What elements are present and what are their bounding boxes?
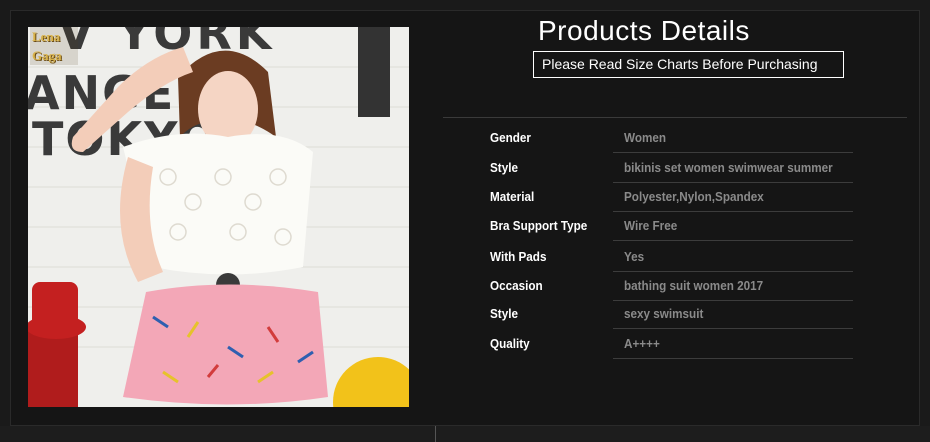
brand-line-2: Gaga: [32, 48, 62, 63]
detail-row: Style bikinis set women swimwear summer: [0, 158, 930, 188]
detail-row-rule: [613, 271, 853, 272]
detail-label: Material: [490, 189, 535, 204]
bottom-strip: [0, 426, 930, 442]
detail-value: Yes: [624, 249, 645, 264]
detail-row-rule: [613, 211, 853, 212]
detail-label: Style: [490, 306, 518, 321]
detail-row: Material Polyester,Nylon,Spandex: [0, 187, 930, 217]
detail-row: Occasion bathing suit women 2017: [0, 276, 930, 306]
detail-value: Women: [624, 130, 667, 145]
detail-row: Gender Women: [0, 128, 930, 158]
detail-value: sexy swimsuit: [624, 306, 704, 321]
brand-line-1: Lena: [32, 29, 61, 44]
detail-row: Style sexy swimsuit: [0, 304, 930, 334]
detail-value: bikinis set women swimwear summer: [624, 160, 833, 175]
size-chart-notice: Please Read Size Charts Before Purchasin…: [533, 51, 844, 78]
detail-label: Quality: [490, 336, 530, 351]
detail-row-rule: [613, 240, 853, 241]
detail-value: Wire Free: [624, 218, 678, 233]
detail-label: Bra Support Type: [490, 218, 588, 233]
detail-value: A++++: [624, 336, 660, 351]
detail-row: Bra Support Type Wire Free: [0, 216, 930, 246]
detail-row-rule: [613, 152, 853, 153]
detail-label: With Pads: [490, 249, 547, 264]
detail-row-rule: [613, 182, 853, 183]
detail-row-rule: [613, 328, 853, 329]
detail-row: Quality A++++: [0, 334, 930, 364]
detail-row-rule: [613, 358, 853, 359]
detail-row-rule: [613, 300, 853, 301]
detail-value: Polyester,Nylon,Spandex: [624, 189, 764, 204]
detail-value: bathing suit women 2017: [624, 278, 764, 293]
brand-logo: Lena Gaga: [30, 27, 78, 65]
detail-label: Occasion: [490, 278, 543, 293]
bottom-divider-tick: [435, 426, 436, 442]
header-divider: [443, 117, 907, 118]
page-title: Products Details: [538, 15, 750, 46]
detail-label: Gender: [490, 130, 531, 145]
detail-row: With Pads Yes: [0, 247, 930, 277]
detail-label: Style: [490, 160, 518, 175]
